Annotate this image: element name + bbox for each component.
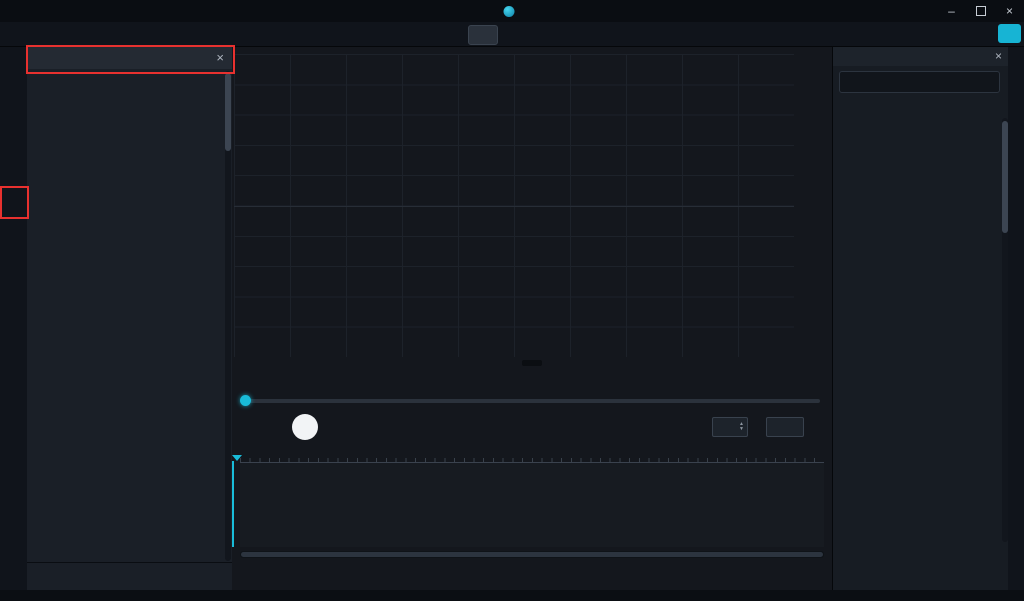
app-logo-icon xyxy=(504,6,515,17)
transport-controls: ▲▼ xyxy=(232,409,832,445)
seek-bar[interactable] xyxy=(240,395,820,407)
edit-mode-dropdown[interactable] xyxy=(468,25,498,45)
frame-box[interactable] xyxy=(766,417,804,437)
close-button[interactable]: × xyxy=(995,0,1024,22)
speed-stepper[interactable]: ▲▼ xyxy=(712,417,748,437)
timeline-scrollbar[interactable] xyxy=(240,551,824,558)
search-input[interactable] xyxy=(849,76,990,89)
timeline-ruler[interactable] xyxy=(240,447,824,463)
timeline-scrollbar-thumb[interactable] xyxy=(241,552,823,557)
captions-panel-header: × xyxy=(27,46,232,69)
captions-list xyxy=(27,69,223,563)
titlebar: – × xyxy=(0,0,1024,22)
caption-track xyxy=(240,561,824,587)
transcription-toolbar xyxy=(833,95,1009,103)
transcription-close-icon[interactable]: × xyxy=(995,49,1002,63)
transcript-list xyxy=(833,116,1000,544)
transcription-search-row xyxy=(833,66,1009,95)
play-button[interactable] xyxy=(292,414,318,440)
speed-input[interactable] xyxy=(713,422,739,433)
transcription-panel: × xyxy=(832,46,1009,590)
window-controls: – × xyxy=(937,0,1024,22)
next-frame-button[interactable] xyxy=(324,416,346,438)
seek-track[interactable] xyxy=(240,399,820,403)
skip-start-button[interactable] xyxy=(242,416,264,438)
right-rail xyxy=(1008,46,1024,590)
status-bar xyxy=(0,590,1024,601)
app-title xyxy=(504,6,521,17)
waveform-strip[interactable] xyxy=(240,463,824,547)
main-toolbar-bar xyxy=(0,22,1024,47)
export-button[interactable] xyxy=(998,24,1021,43)
waveform-canvas[interactable] xyxy=(240,463,824,547)
captions-scrollbar[interactable] xyxy=(225,71,231,561)
skip-end-button[interactable] xyxy=(346,416,368,438)
main-viewer: ▲▼ xyxy=(232,46,832,590)
frame-input[interactable] xyxy=(767,422,803,433)
captions-scrollbar-thumb[interactable] xyxy=(225,73,231,151)
zero-amplitude-line xyxy=(234,206,794,207)
minimize-button[interactable]: – xyxy=(937,0,966,22)
maximize-button[interactable] xyxy=(966,0,995,22)
main-toolbar xyxy=(0,22,1024,24)
maximize-icon xyxy=(976,6,986,16)
left-rail xyxy=(0,46,28,590)
amplitude-axis xyxy=(798,54,828,357)
prev-frame-button[interactable] xyxy=(264,416,286,438)
stepper-arrows-icon[interactable]: ▲▼ xyxy=(739,422,747,432)
closed-captions-panel: × xyxy=(27,46,233,590)
captions-toolbar xyxy=(27,562,232,590)
playhead-line xyxy=(232,461,234,547)
playback-settings: ▲▼ xyxy=(706,417,822,437)
search-box[interactable] xyxy=(839,71,1000,93)
seek-handle[interactable] xyxy=(240,395,251,406)
caption-overlay xyxy=(522,360,542,366)
transcription-bottom-toolbar xyxy=(833,545,1009,565)
panel-tabs xyxy=(837,569,1005,587)
captions-close-icon[interactable]: × xyxy=(216,50,224,65)
transcription-header: × xyxy=(833,46,1009,66)
